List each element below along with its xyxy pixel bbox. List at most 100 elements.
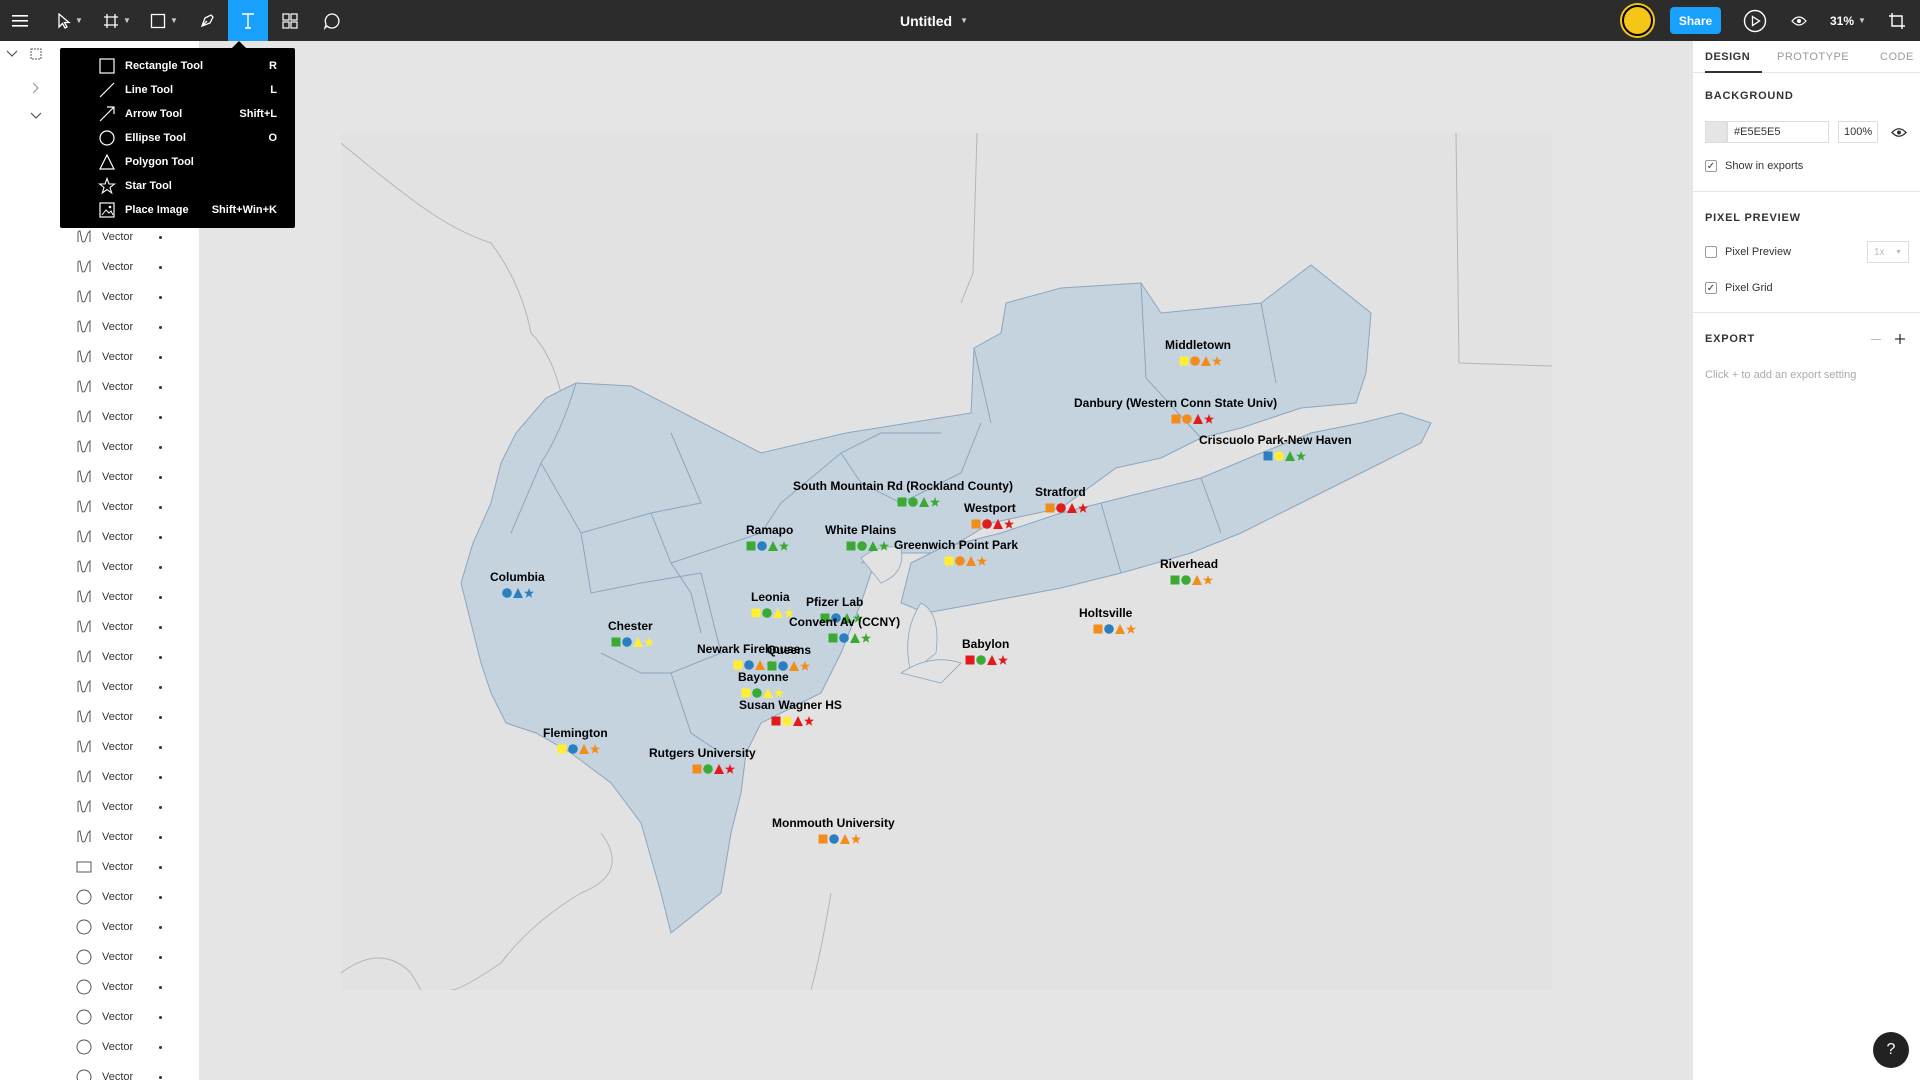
layer-row[interactable]: Vector [0,1002,199,1032]
menu-item-place-image[interactable]: Place Image Shift+Win+K [60,198,295,222]
layer-dot [159,535,162,539]
menu-item-line-tool[interactable]: Line Tool L [60,78,295,102]
tab-design[interactable]: DESIGN [1705,41,1750,73]
layer-row[interactable]: Vector [0,822,199,852]
layer-name: Vector [102,1071,134,1080]
layer-row[interactable]: Vector [0,972,199,1002]
document-title[interactable]: Untitled ▼ [900,0,968,41]
background-color-swatch[interactable] [1705,121,1727,143]
top-toolbar: ▼ ▼ ▼ Untitled ▼ Share 31% ▼ [0,0,1920,41]
pixel-grid-checkbox[interactable]: ✓ [1705,282,1717,294]
station-label: Rutgers University [649,746,756,760]
station-label: Susan Wagner HS [739,698,842,712]
layer-row[interactable]: Vector [0,882,199,912]
avatar[interactable] [1622,5,1653,36]
layer-row[interactable]: Vector [0,642,199,672]
frame-tool-button[interactable]: ▼ [97,0,137,41]
canvas[interactable]: Middletown Danbury (Western Conn State Un… [200,41,1692,1080]
layer-row[interactable]: Vector [0,942,199,972]
layer-row[interactable]: Vector [0,762,199,792]
view-button[interactable] [1784,0,1814,41]
resize-frame-button[interactable] [1882,0,1912,41]
vector-icon [76,589,92,605]
zoom-value: 31% [1830,13,1855,28]
present-button[interactable] [1740,0,1770,41]
layer-row[interactable]: Vector [0,282,199,312]
layer-row[interactable]: Vector [0,792,199,822]
layer-row[interactable]: Vector [0,912,199,942]
eye-icon[interactable] [1891,127,1907,138]
layer-dot [159,955,162,959]
layer-row[interactable]: Vector [0,492,199,522]
eye-icon [1791,15,1807,26]
triangle-marker [1192,411,1203,424]
layer-row[interactable]: Vector [0,852,199,882]
main-menu-button[interactable] [0,0,40,41]
help-button[interactable]: ? [1873,1032,1909,1068]
menu-item-ellipse-tool[interactable]: Ellipse Tool O [60,126,295,150]
layer-dot [159,475,162,479]
rectangle-icon [76,859,92,875]
menu-item-arrow-tool[interactable]: Arrow Tool Shift+L [60,102,295,126]
ellipse-icon [76,919,92,935]
show-in-exports-checkbox[interactable]: ✓ [1705,160,1717,172]
layer-row[interactable]: Vector [0,372,199,402]
layer-row[interactable]: Vector [0,732,199,762]
layer-row[interactable]: Vector [0,702,199,732]
menu-item-rectangle-tool[interactable]: Rectangle Tool R [60,54,295,78]
layer-dot [159,325,162,329]
circle-marker [976,652,986,665]
layer-row[interactable]: Vector [0,432,199,462]
circle-marker [1181,572,1192,585]
comment-icon [323,12,340,30]
layer-name: Vector [102,801,134,813]
chevron-down-icon[interactable] [30,112,42,120]
tab-code[interactable]: CODE [1880,41,1914,73]
menu-item-star-tool[interactable]: Star Tool [60,174,295,198]
layer-row[interactable]: Vector [0,1032,199,1062]
layer-name: Vector [102,351,134,363]
layer-name: Vector [102,771,134,783]
layer-row[interactable]: Vector [0,522,199,552]
layer-row[interactable]: Vector [0,1062,199,1080]
pixel-preview-checkbox[interactable] [1705,246,1717,258]
tab-prototype[interactable]: PROTOTYPE [1777,41,1849,73]
text-tool-button[interactable] [228,0,268,41]
move-tool-button[interactable]: ▼ [50,0,90,41]
background-hex-input[interactable]: #E5E5E5 [1727,121,1829,143]
layer-name: Vector [102,621,134,633]
station-label: Chester [608,619,653,633]
layer-row[interactable]: Vector [0,612,199,642]
background-opacity-input[interactable]: 100% [1838,121,1878,143]
circle-marker [756,538,767,551]
layer-name: Vector [102,381,134,393]
plus-icon[interactable] [1894,333,1906,345]
layer-row[interactable]: Vector [0,672,199,702]
active-tab-indicator [1705,71,1762,73]
minus-icon[interactable] [1871,339,1881,340]
menu-item-polygon-tool[interactable]: Polygon Tool [60,150,295,174]
layer-row[interactable]: Vector [0,552,199,582]
triangle-marker [713,761,724,774]
zoom-control[interactable]: 31% ▼ [1830,0,1866,41]
components-button[interactable] [270,0,310,41]
chevron-down-icon[interactable] [6,50,18,58]
layer-dot [159,805,162,809]
comment-tool-button[interactable] [312,0,352,41]
pixel-preview-scale-select[interactable]: 1x ▼ [1867,241,1909,263]
crop-icon [1889,12,1905,29]
chevron-right-icon[interactable] [32,82,40,94]
layer-row[interactable]: Vector [0,402,199,432]
shape-tool-button[interactable]: ▼ [144,0,184,41]
pen-tool-button[interactable] [187,0,227,41]
menu-item-label: Place Image [125,204,189,216]
layer-row[interactable]: Vector [0,342,199,372]
map-frame[interactable]: Middletown Danbury (Western Conn State Un… [341,133,1552,990]
layer-row[interactable]: Vector [0,252,199,282]
triangle-marker [966,553,976,566]
layer-row[interactable]: Vector [0,462,199,492]
layer-row[interactable]: Vector [0,312,199,342]
circle-marker [622,634,632,647]
layer-row[interactable]: Vector [0,582,199,612]
share-button[interactable]: Share [1670,7,1721,34]
